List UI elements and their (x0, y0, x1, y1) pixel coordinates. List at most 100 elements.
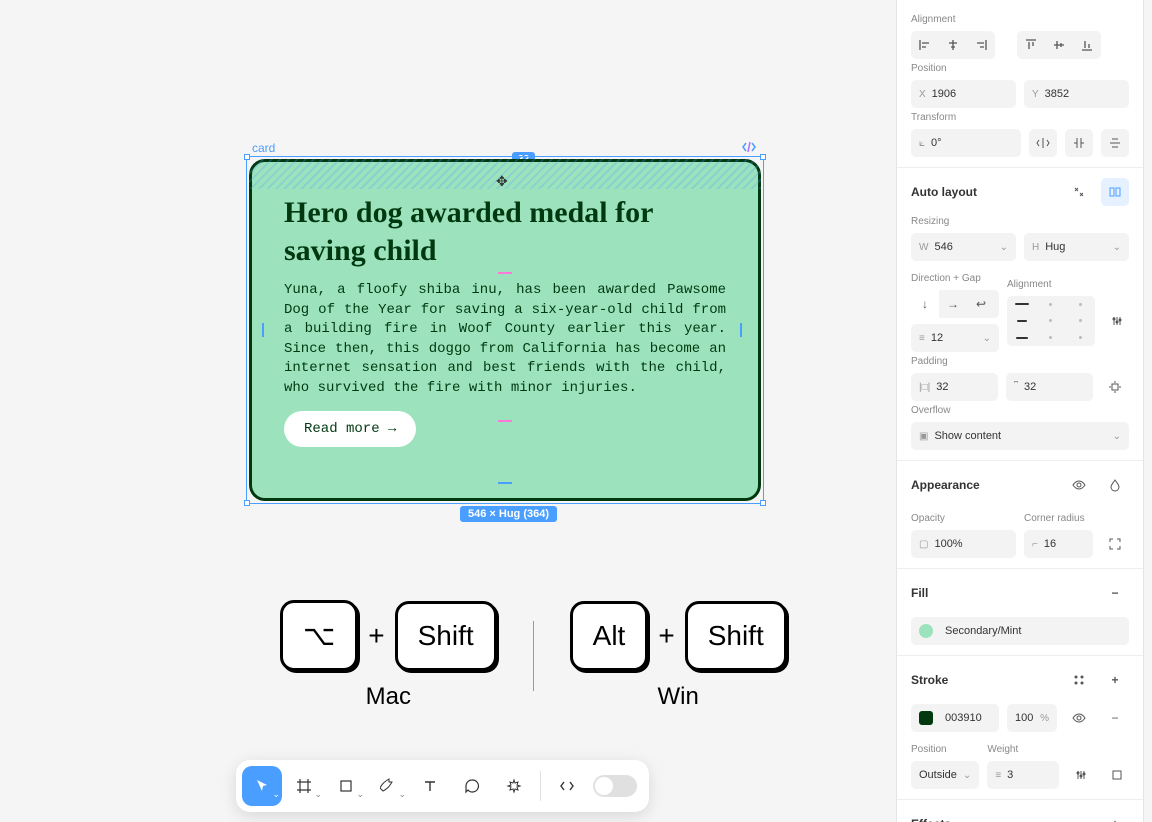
corner-icon: ⌐ (1032, 539, 1038, 550)
dev-mode-toggle[interactable] (593, 775, 637, 797)
opacity-icon: ▢ (919, 539, 928, 550)
side-pad-indicator[interactable] (262, 323, 270, 337)
gap-field[interactable]: ≡12 (911, 324, 999, 352)
flip-horizontal-button[interactable] (1029, 129, 1057, 157)
direction-wrap-button[interactable]: ↩ (967, 290, 995, 318)
option-key: ⌥ (280, 600, 358, 671)
resizing-label: Resizing (911, 216, 1129, 227)
opacity-label: Opacity (911, 513, 1016, 524)
read-more-button[interactable]: Read more → (284, 411, 416, 447)
dev-mode-icon[interactable] (547, 766, 587, 806)
position-label: Position (911, 63, 1129, 74)
fill-swatch (919, 624, 933, 638)
blend-mode-button[interactable] (1101, 471, 1129, 499)
rotation-field[interactable]: ⟀0° (911, 129, 1021, 157)
align-hcenter-button[interactable] (939, 31, 967, 59)
frame-label[interactable]: card (252, 141, 275, 155)
align-left-button[interactable] (911, 31, 939, 59)
align-top-button[interactable] (1017, 31, 1045, 59)
flip-vertical-button[interactable] (1065, 129, 1093, 157)
align-bottom-button[interactable] (1073, 31, 1101, 59)
appearance-title: Appearance (911, 478, 980, 492)
stroke-swatch (919, 711, 933, 725)
stroke-title: Stroke (911, 673, 948, 687)
actions-tool[interactable] (494, 766, 534, 806)
stroke-weight-label: Weight (987, 744, 1059, 755)
auto-layout-title: Auto layout (911, 185, 977, 199)
code-icon[interactable] (742, 141, 756, 153)
resize-handle-tl[interactable] (244, 154, 250, 160)
overflow-label: Overflow (911, 405, 1129, 416)
fill-title: Fill (911, 586, 928, 600)
overflow-select[interactable]: ▣Show content (911, 422, 1129, 450)
overflow-icon: ▣ (919, 431, 928, 442)
keyboard-shortcut: ⌥ + Shift Mac Alt + Shift Win (280, 600, 787, 711)
gap-indicator[interactable] (498, 420, 512, 422)
align-vcenter-button[interactable] (1045, 31, 1073, 59)
move-tool[interactable] (242, 766, 282, 806)
stroke-sides-button[interactable] (1103, 761, 1131, 789)
gap-indicator[interactable] (498, 272, 512, 274)
text-tool[interactable] (410, 766, 450, 806)
shift-key: Shift (395, 601, 497, 671)
stroke-advanced-button[interactable] (1067, 761, 1095, 789)
visibility-toggle[interactable] (1065, 471, 1093, 499)
remove-stroke-button[interactable]: − (1101, 704, 1129, 732)
x-position-field[interactable]: X1906 (911, 80, 1016, 108)
transform-label: Transform (911, 112, 1129, 123)
stroke-style-button[interactable] (1065, 666, 1093, 694)
fill-style-field[interactable]: Secondary/Mint (911, 617, 1129, 645)
comment-tool[interactable] (452, 766, 492, 806)
padding-v-icon: ⎴ (1014, 382, 1018, 393)
autolayout-add-button[interactable] (1101, 178, 1129, 206)
add-effect-button[interactable]: + (1101, 810, 1129, 822)
padding-h-icon: |□| (919, 382, 930, 393)
card-body: Yuna, a floofy shiba inu, has been award… (284, 281, 726, 399)
resize-handle-br[interactable] (760, 500, 766, 506)
alignment-grid[interactable] (1007, 296, 1095, 346)
alignment-settings-button[interactable] (1103, 307, 1131, 335)
remove-fill-button[interactable]: − (1101, 579, 1129, 607)
corner-individual-button[interactable] (1101, 530, 1129, 558)
resize-handle-tr[interactable] (760, 154, 766, 160)
direction-vertical-button[interactable]: ↓ (911, 290, 939, 318)
resize-handle-bl[interactable] (244, 500, 250, 506)
more-transform-button[interactable] (1101, 129, 1129, 157)
shape-tool[interactable] (326, 766, 366, 806)
align-right-button[interactable] (967, 31, 995, 59)
gap-indicator[interactable] (498, 482, 512, 484)
frame-tool[interactable] (284, 766, 324, 806)
add-stroke-button[interactable]: + (1101, 666, 1129, 694)
stroke-position-select[interactable]: Outside (911, 761, 979, 789)
alt-key: Alt (570, 601, 649, 671)
card-frame[interactable]: Hero dog awarded medal for saving child … (249, 159, 761, 501)
corner-radius-field[interactable]: ⌐16 (1024, 530, 1093, 558)
corner-label: Corner radius (1024, 513, 1129, 524)
opacity-field[interactable]: ▢100% (911, 530, 1016, 558)
stroke-color-field[interactable]: 003910 (911, 704, 999, 732)
autolayout-remove-button[interactable] (1065, 178, 1093, 206)
padding-label: Padding (911, 356, 1129, 367)
padding-h-field[interactable]: |□|32 (911, 373, 998, 401)
y-position-field[interactable]: Y3852 (1024, 80, 1129, 108)
alignment-label: Alignment (911, 14, 1129, 25)
stroke-weight-field[interactable]: ≡3 (987, 761, 1059, 789)
direction-horizontal-button[interactable]: → (939, 290, 967, 318)
padding-individual-button[interactable] (1101, 373, 1129, 401)
toolbar-divider (540, 771, 541, 801)
win-label: Win (658, 683, 699, 711)
stroke-opacity-field[interactable]: 100% (1007, 704, 1057, 732)
padding-v-field[interactable]: ⎴32 (1006, 373, 1093, 401)
canvas[interactable]: card 32 Hero dog awarded medal for savin… (0, 0, 896, 822)
weight-icon: ≡ (995, 770, 1001, 781)
plus-icon: + (368, 620, 384, 652)
width-field[interactable]: W546 (911, 233, 1016, 261)
angle-icon: ⟀ (919, 138, 925, 149)
side-pad-indicator[interactable] (740, 323, 748, 337)
pen-tool[interactable] (368, 766, 408, 806)
effects-title: Effects (911, 817, 951, 822)
height-field[interactable]: HHug (1024, 233, 1129, 261)
divider (533, 621, 534, 691)
move-cursor-icon: ✥ (496, 173, 508, 190)
stroke-visibility-button[interactable] (1065, 704, 1093, 732)
